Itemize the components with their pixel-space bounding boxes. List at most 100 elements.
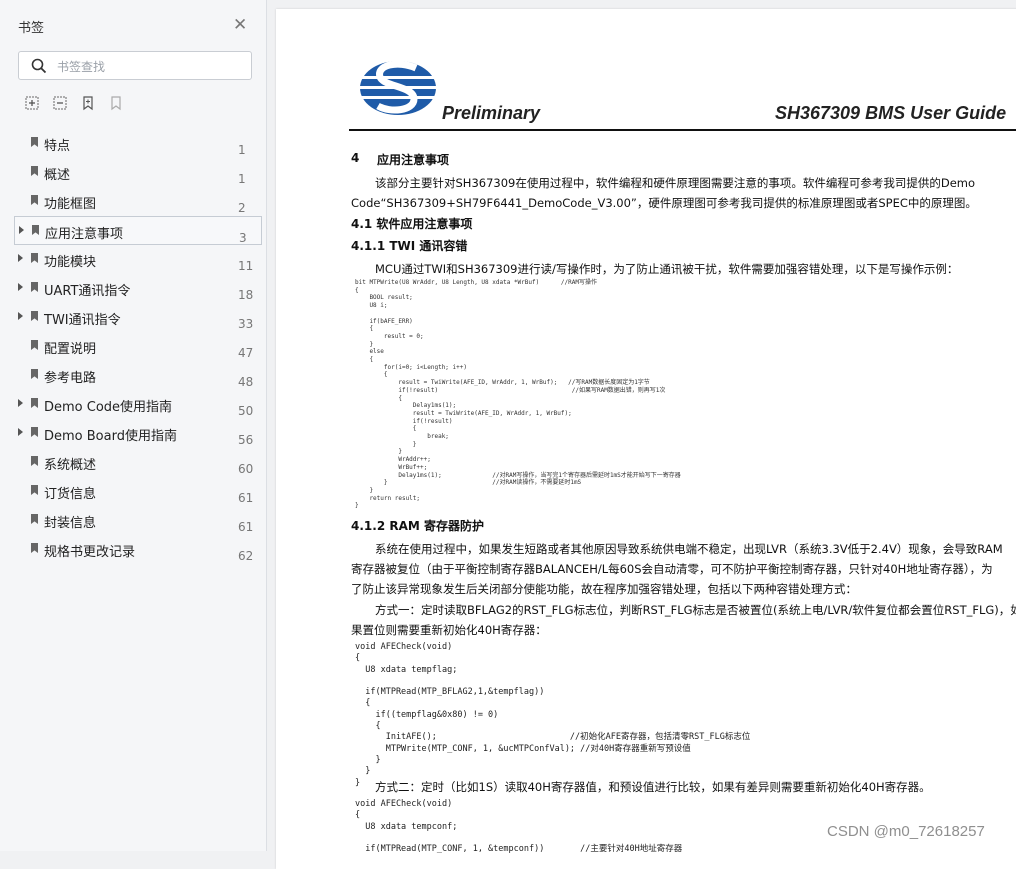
search-input[interactable] xyxy=(55,57,239,77)
subsection-title: 4.1 软件应用注意事项 xyxy=(351,217,473,231)
bookmark-label: UART通讯指令 xyxy=(44,284,131,299)
header-title: SH367309 BMS User Guide xyxy=(775,103,1007,123)
bookmark-page-number: 1 xyxy=(238,172,246,186)
bookmark-search[interactable] xyxy=(18,51,252,80)
bookmark-label: Demo Board使用指南 xyxy=(44,429,177,444)
bookmark-page-number: 33 xyxy=(238,317,254,331)
bookmark-item[interactable]: 配置说明 47 xyxy=(14,332,262,361)
paragraph: 方式一：定时读取BFLAG2的RST_FLG标志位，判断RST_FLG标志是否被… xyxy=(375,603,1016,617)
paragraph: 寄存器被复位（由于平衡控制寄存器BALANCEH/L每60S会自动清零，可不防护… xyxy=(351,562,993,576)
expand-all-icon[interactable] xyxy=(24,95,40,111)
bookmark-icon xyxy=(31,456,38,466)
paragraph: Code“SH367309+SH79F6441_DemoCode_V3.00”，… xyxy=(351,196,977,210)
bookmark-item[interactable]: 订货信息 61 xyxy=(14,477,262,506)
expand-arrow-icon[interactable] xyxy=(18,399,23,407)
bookmark-item[interactable]: UART通讯指令 18 xyxy=(14,274,262,303)
header-rule xyxy=(349,129,1016,131)
header-preliminary: Preliminary xyxy=(442,103,541,123)
bookmark-page-number: 50 xyxy=(238,404,254,418)
bookmark-icon xyxy=(32,225,39,235)
bookmark-label: 功能框图 xyxy=(44,197,97,212)
section-title: 应用注意事项 xyxy=(377,153,450,167)
bookmark-page-number: 60 xyxy=(238,462,254,476)
section-number: 4 xyxy=(351,151,360,165)
bookmark-item[interactable]: 规格书更改记录 62 xyxy=(14,535,262,564)
expand-arrow-icon[interactable] xyxy=(18,254,23,262)
bookmark-icon xyxy=(31,514,38,524)
bookmark-item[interactable]: 功能框图 2 xyxy=(14,187,262,216)
code-block: void AFECheck(void) { U8 xdata tempconf;… xyxy=(355,799,683,855)
bookmark-icon xyxy=(31,340,38,350)
bookmark-icon xyxy=(31,195,38,205)
bookmark-page-number: 3 xyxy=(239,231,247,245)
code-block: bit MTPWrite(U8 WrAddr, U8 Length, U8 xd… xyxy=(355,279,681,510)
bookmark-item[interactable]: 概述 1 xyxy=(14,158,262,187)
bookmark-item[interactable]: Demo Code使用指南 50 xyxy=(14,390,262,419)
bookmark-panel: 书签 ✕ 特点1概述1功能框图2应用注意事项3功能模块11UART通讯指令18T… xyxy=(0,0,267,851)
bookmark-label: 配置说明 xyxy=(44,342,97,357)
bookmark-label: 封装信息 xyxy=(44,516,97,531)
bookmark-label: 特点 xyxy=(44,139,71,154)
bookmark-item[interactable]: 应用注意事项 3 xyxy=(14,216,262,245)
bookmark-page-number: 18 xyxy=(238,288,254,302)
bookmark-icon xyxy=(31,166,38,176)
expand-arrow-icon[interactable] xyxy=(18,428,23,436)
bookmark-label: 参考电路 xyxy=(44,371,97,386)
bookmark-item[interactable]: 系统概述 60 xyxy=(14,448,262,477)
paragraph: 该部分主要针对SH367309在使用过程中，软件编程和硬件原理图需要注意的事项。… xyxy=(375,176,976,190)
bookmark-outline-icon[interactable] xyxy=(108,95,124,111)
collapse-all-icon[interactable] xyxy=(52,95,68,111)
bookmark-page-number: 11 xyxy=(238,259,254,273)
bookmark-icon xyxy=(31,311,38,321)
document-page: Preliminary SH367309 BMS User Guide 4 应用… xyxy=(276,9,1016,869)
bookmark-item[interactable]: 参考电路 48 xyxy=(14,361,262,390)
subsection-title: 4.1.2 RAM 寄存器防护 xyxy=(351,519,484,533)
bookmark-page-number: 61 xyxy=(238,491,254,505)
bookmark-icon xyxy=(31,369,38,379)
expand-arrow-icon[interactable] xyxy=(19,226,24,234)
bookmark-icon xyxy=(31,427,38,437)
paragraph: 方式二：定时（比如1S）读取40H寄存器值，和预设值进行比较，如果有差异则需要重… xyxy=(375,780,931,794)
bookmark-icon xyxy=(31,137,38,147)
bookmark-icon xyxy=(31,253,38,263)
bookmark-icon xyxy=(31,398,38,408)
bookmark-label: TWI通讯指令 xyxy=(44,313,121,328)
bookmark-item[interactable]: TWI通讯指令 33 xyxy=(14,303,262,332)
paragraph: 系统在使用过程中，如果发生短路或者其他原因导致系统供电端不稳定，出现LVR（系统… xyxy=(375,542,1003,556)
code-block: void AFECheck(void) { U8 xdata tempflag;… xyxy=(355,642,751,788)
panel-title: 书签 xyxy=(18,21,45,36)
paragraph: 果置位则需要重新初始化40H寄存器： xyxy=(351,623,547,637)
bookmark-page-number: 56 xyxy=(238,433,254,447)
bookmark-label: Demo Code使用指南 xyxy=(44,400,173,415)
bookmark-page-number: 47 xyxy=(238,346,254,360)
paragraph: MCU通过TWI和SH367309进行读/写操作时，为了防止通讯被干扰，软件需要… xyxy=(375,262,959,276)
bookmark-item[interactable]: 功能模块 11 xyxy=(14,245,262,274)
add-bookmark-icon[interactable] xyxy=(80,95,96,111)
bookmark-label: 功能模块 xyxy=(44,255,97,270)
expand-arrow-icon[interactable] xyxy=(18,312,23,320)
bookmark-list: 特点 1 概述 1 功能框图 2 应用注意事项 3 功能模块 11 UART通讯指令 18 TWI通讯指… xyxy=(14,129,262,564)
bookmark-label: 概述 xyxy=(44,168,71,183)
paragraph: 了防止该异常现象发生后关闭部分使能功能，故在程序加强容错处理，包括以下两种容错处… xyxy=(351,582,857,596)
search-icon xyxy=(31,58,47,74)
expand-arrow-icon[interactable] xyxy=(18,283,23,291)
bookmark-item[interactable]: Demo Board使用指南 56 xyxy=(14,419,262,448)
bookmark-item[interactable]: 封装信息 61 xyxy=(14,506,262,535)
bookmark-icon xyxy=(31,543,38,553)
bookmark-page-number: 61 xyxy=(238,520,254,534)
close-icon[interactable]: ✕ xyxy=(233,16,247,34)
bookmark-icon xyxy=(31,282,38,292)
bookmark-label: 订货信息 xyxy=(44,487,97,502)
bookmark-icon xyxy=(31,485,38,495)
bookmark-page-number: 48 xyxy=(238,375,254,389)
watermark: CSDN @m0_72618257 xyxy=(827,823,985,840)
bookmark-page-number: 2 xyxy=(238,201,246,215)
subsection-title: 4.1.1 TWI 通讯容错 xyxy=(351,239,468,253)
bookmark-item[interactable]: 特点 1 xyxy=(14,129,262,158)
bookmark-label: 应用注意事项 xyxy=(45,227,124,242)
bookmark-page-number: 1 xyxy=(238,143,246,157)
bookmark-label: 系统概述 xyxy=(44,458,97,473)
bookmark-page-number: 62 xyxy=(238,549,254,563)
company-logo xyxy=(360,60,436,115)
bookmark-label: 规格书更改记录 xyxy=(44,545,136,560)
